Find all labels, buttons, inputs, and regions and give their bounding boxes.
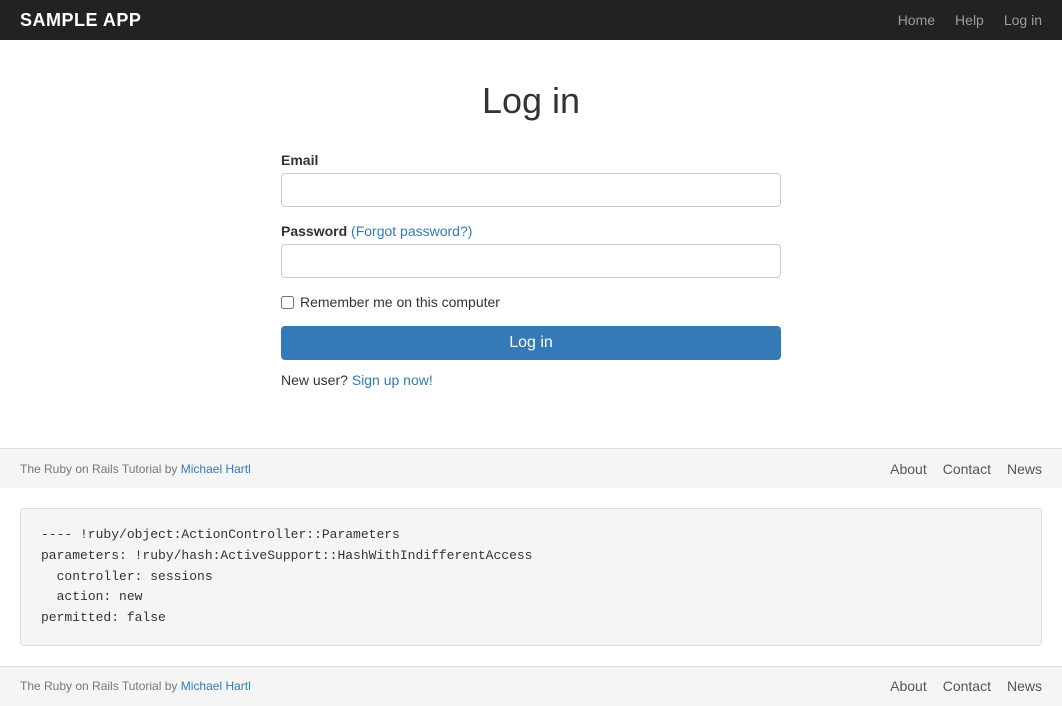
forgot-password-link[interactable]: (Forgot password?) <box>351 223 472 239</box>
password-label: Password (Forgot password?) <box>281 223 781 239</box>
page-title: Log in <box>482 80 580 122</box>
login-form: Email Password (Forgot password?) Rememb… <box>281 152 781 388</box>
footer-top-brand: The Ruby on Rails Tutorial by Michael Ha… <box>20 462 251 476</box>
remember-me-group: Remember me on this computer <box>281 294 781 310</box>
footer-bottom-news-link[interactable]: News <box>1007 678 1042 694</box>
remember-me-checkbox[interactable] <box>281 296 294 309</box>
footer-bottom-links: About Contact News <box>890 678 1042 694</box>
navbar-links: Home Help Log in <box>898 12 1042 28</box>
footer-bottom-contact-link[interactable]: Contact <box>943 678 991 694</box>
footer-bottom: The Ruby on Rails Tutorial by Michael Ha… <box>0 666 1062 706</box>
footer-top-about-link[interactable]: About <box>890 461 927 477</box>
email-group: Email <box>281 152 781 207</box>
footer-bottom-by-text: by <box>165 679 181 693</box>
signup-link[interactable]: Sign up now! <box>352 372 433 388</box>
footer-top-news-link[interactable]: News <box>1007 461 1042 477</box>
debug-section: ---- !ruby/object:ActionController::Para… <box>20 508 1042 646</box>
footer-bottom-tutorial-text: The Ruby on Rails Tutorial <box>20 679 161 693</box>
navbar-brand[interactable]: SAMPLE APP <box>20 10 141 31</box>
footer-bottom-author-text: Michael Hartl <box>181 679 251 693</box>
navbar-link-login[interactable]: Log in <box>1004 12 1042 28</box>
remember-me-label: Remember me on this computer <box>300 294 500 310</box>
footer-bottom-about-link[interactable]: About <box>890 678 927 694</box>
email-input[interactable] <box>281 173 781 207</box>
footer-bottom-brand: The Ruby on Rails Tutorial by Michael Ha… <box>20 679 251 693</box>
navbar-link-home[interactable]: Home <box>898 12 935 28</box>
footer-top: The Ruby on Rails Tutorial by Michael Ha… <box>0 448 1062 488</box>
footer-author-text: Michael Hartl <box>181 462 251 476</box>
password-input[interactable] <box>281 244 781 278</box>
login-button[interactable]: Log in <box>281 326 781 360</box>
footer-top-links: About Contact News <box>890 461 1042 477</box>
footer-top-contact-link[interactable]: Contact <box>943 461 991 477</box>
footer-by-text: by <box>165 462 181 476</box>
new-user-text: New user? Sign up now! <box>281 372 781 388</box>
navbar: SAMPLE APP Home Help Log in <box>0 0 1062 40</box>
footer-tutorial-text: The Ruby on Rails Tutorial <box>20 462 161 476</box>
navbar-link-help[interactable]: Help <box>955 12 984 28</box>
password-group: Password (Forgot password?) <box>281 223 781 278</box>
debug-content: ---- !ruby/object:ActionController::Para… <box>41 525 1021 629</box>
main-content: Log in Email Password (Forgot password?)… <box>0 40 1062 448</box>
email-label: Email <box>281 152 781 168</box>
